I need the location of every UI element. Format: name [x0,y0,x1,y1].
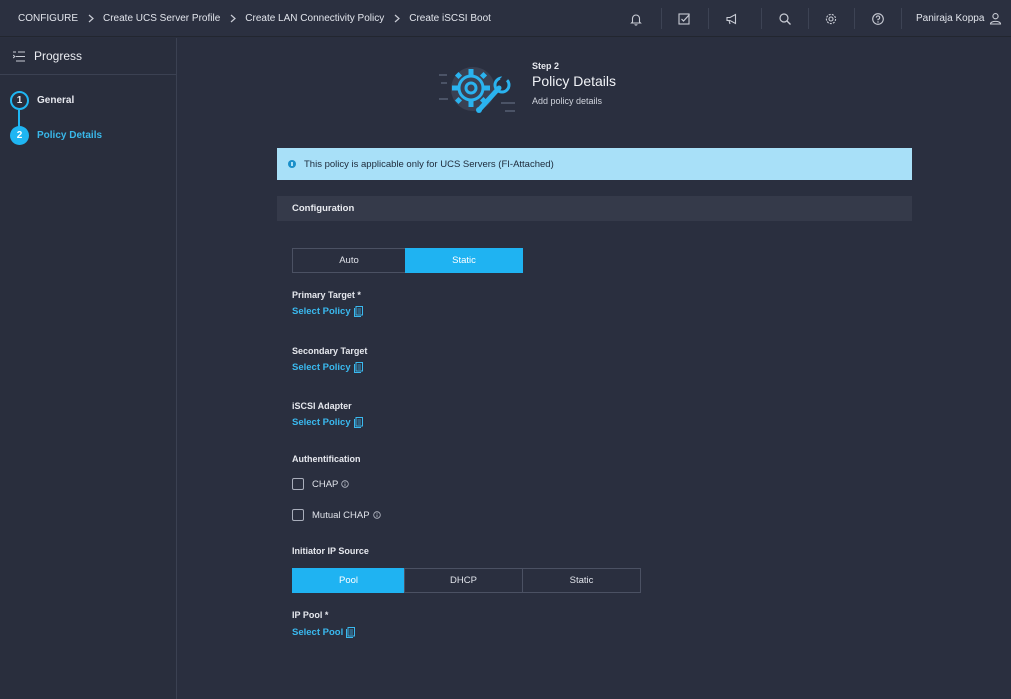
secondary-target-select-policy[interactable]: Select Policy [292,362,363,373]
toolbar-divider [661,8,662,29]
toolbar-divider [808,8,809,29]
select-policy-text: Select Policy [292,306,351,317]
config-mode-toggle: Auto Static [292,248,523,273]
step-number: 1 [10,91,29,110]
initiator-ip-source-toggle: Pool DHCP Static [292,568,641,593]
gear-wrench-illustration [439,67,515,113]
collapse-list-icon[interactable] [13,50,25,62]
document-list-icon [346,627,356,638]
info-icon [288,160,296,168]
document-list-icon [353,362,363,373]
task-check-icon[interactable] [674,0,694,37]
ip-pool-select-pool[interactable]: Select Pool [292,627,356,638]
user-name: Paniraja Koppa [916,13,985,24]
step-policy-details[interactable]: 2 Policy Details [10,126,102,145]
step-number-label: Step 2 [532,61,560,71]
chap-checkbox[interactable] [292,478,304,490]
authentication-label: Authentification [292,454,361,464]
step-label: General [37,95,75,106]
config-mode-static[interactable]: Static [405,248,523,273]
chap-label: CHAP [312,478,339,490]
page-title: Policy Details [532,73,617,89]
progress-title: Progress [34,49,83,63]
search-icon[interactable] [775,0,795,37]
chap-checkbox-row[interactable]: CHAP [292,478,350,490]
breadcrumb-create-ucs-server-profile[interactable]: Create UCS Server Profile [103,13,220,24]
info-icon[interactable] [372,511,381,519]
breadcrumb-create-iscsi-boot: Create iSCSI Boot [409,13,491,24]
ip-source-pool[interactable]: Pool [292,568,405,593]
config-mode-auto[interactable]: Auto [292,248,406,273]
chevron-right-icon [78,14,103,23]
section-title: Configuration [292,203,355,214]
select-pool-text: Select Pool [292,627,344,638]
ip-source-dhcp[interactable]: DHCP [404,568,523,593]
initiator-ip-source-label: Initiator IP Source [292,546,369,556]
document-list-icon [353,306,363,317]
ip-source-static[interactable]: Static [522,568,641,593]
step-label: Policy Details [37,130,103,141]
select-policy-text: Select Policy [292,362,351,373]
toolbar-divider [708,8,709,29]
mutual-chap-checkbox[interactable] [292,509,304,521]
primary-target-label: Primary Target * [292,290,361,300]
user-menu[interactable]: Paniraja Koppa [916,0,1002,37]
progress-sidebar: Progress 1 General 2 Policy Details [0,38,177,699]
primary-target-select-policy[interactable]: Select Policy [292,306,363,317]
info-icon[interactable] [341,480,350,488]
gear-icon[interactable] [821,0,841,37]
user-icon [990,13,1002,25]
document-list-icon [353,417,363,428]
bell-icon[interactable] [626,0,646,37]
step-general[interactable]: 1 General [10,91,74,110]
mutual-chap-checkbox-row[interactable]: Mutual CHAP [292,509,381,521]
iscsi-adapter-select-policy[interactable]: Select Policy [292,417,363,428]
info-banner: This policy is applicable only for UCS S… [277,148,912,180]
mutual-chap-label: Mutual CHAP [312,509,370,521]
iscsi-adapter-label: iSCSI Adapter [292,401,352,411]
secondary-target-label: Secondary Target [292,346,368,356]
megaphone-icon[interactable] [722,0,742,37]
chevron-right-icon [220,14,245,23]
toolbar-divider [854,8,855,29]
help-icon[interactable] [868,0,888,37]
step-number: 2 [10,126,29,145]
select-policy-text: Select Policy [292,417,351,428]
breadcrumb: CONFIGURE Create UCS Server Profile Crea… [18,0,491,37]
chevron-right-icon [384,14,409,23]
configuration-section-header[interactable]: Configuration [277,196,912,221]
top-bar: CONFIGURE Create UCS Server Profile Crea… [0,0,1011,37]
breadcrumb-configure[interactable]: CONFIGURE [18,13,78,24]
ip-pool-label: IP Pool * [292,610,329,620]
info-banner-text: This policy is applicable only for UCS S… [304,158,554,170]
page-subtitle: Add policy details [532,96,603,106]
toolbar-divider [761,8,762,29]
breadcrumb-create-lan-connectivity-policy[interactable]: Create LAN Connectivity Policy [245,13,384,24]
toolbar-divider [901,8,902,29]
progress-header: Progress [0,38,176,75]
